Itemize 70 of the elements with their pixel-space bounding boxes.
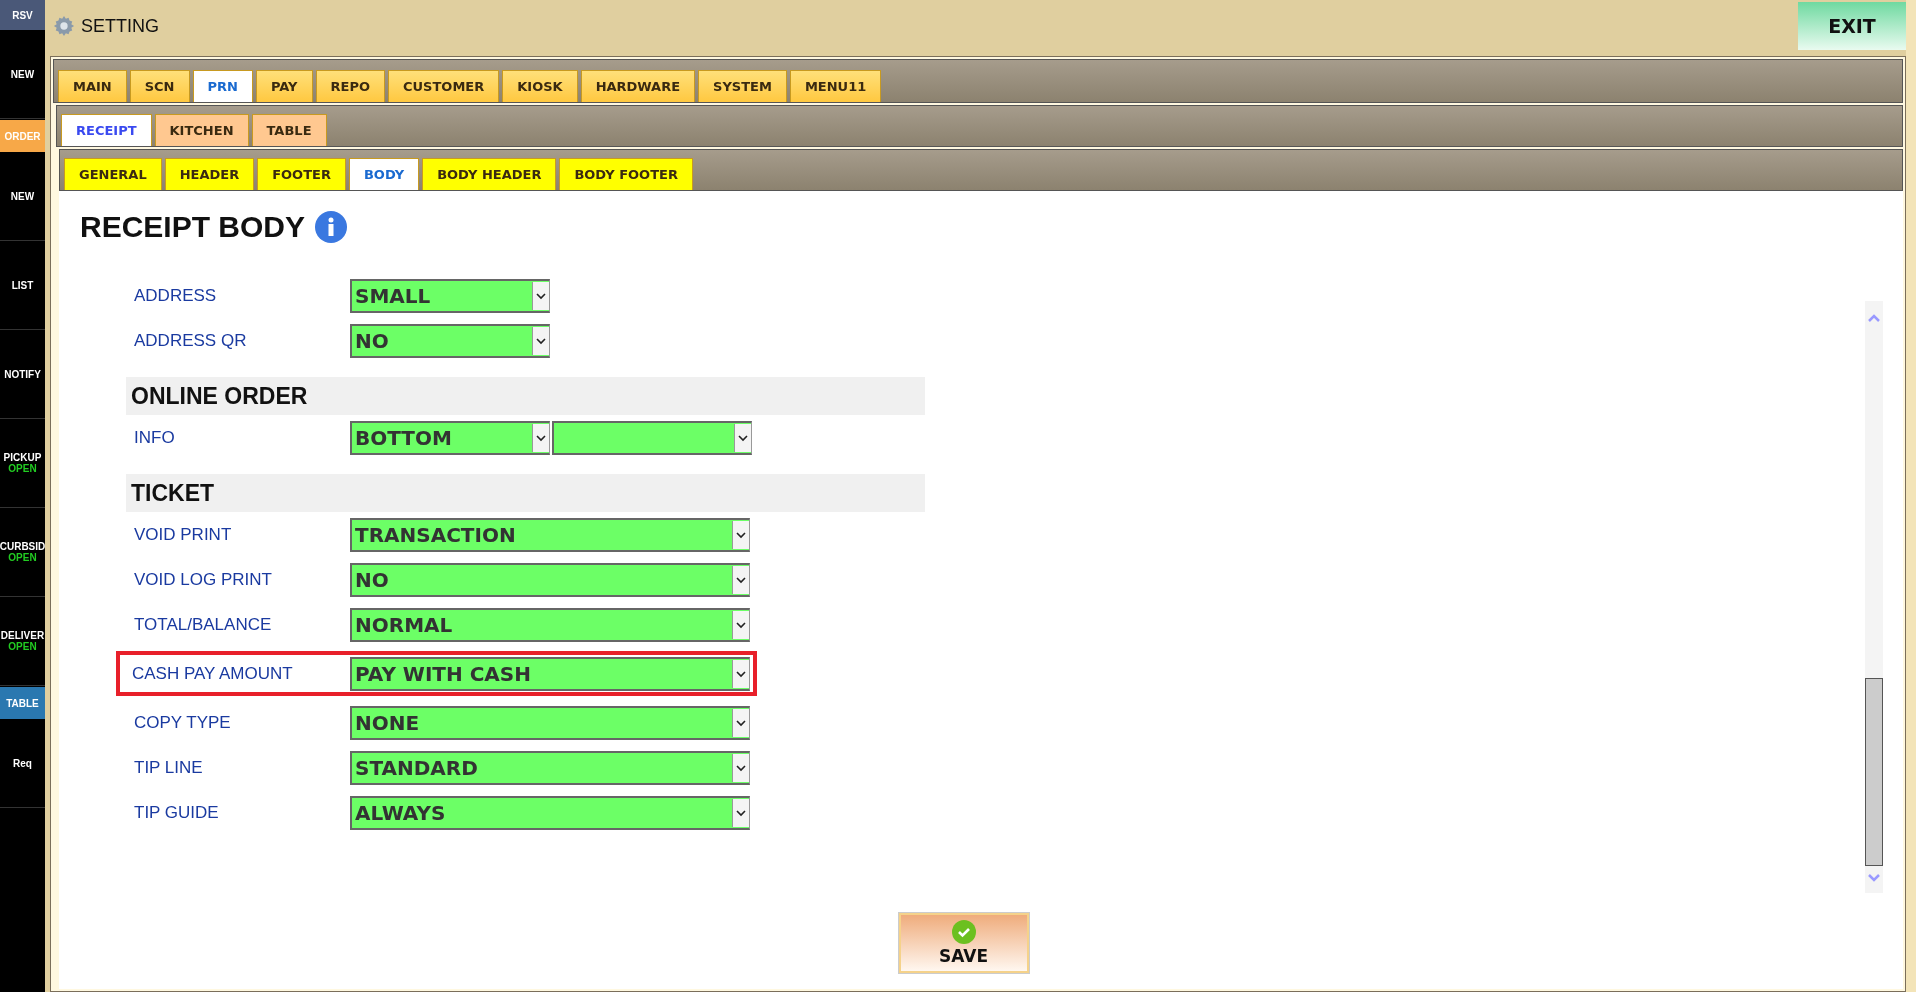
tab[interactable]: KIOSK — [502, 70, 578, 102]
caret-icon — [732, 659, 749, 688]
gear-icon — [53, 15, 75, 37]
dropdown[interactable] — [552, 420, 752, 455]
tab[interactable]: CUSTOMER — [388, 70, 500, 102]
tab[interactable]: HEADER — [164, 158, 255, 190]
dropdown[interactable]: STANDARD — [350, 750, 750, 785]
page-heading: RECEIPT BODY — [80, 210, 306, 244]
tab[interactable]: FOOTER — [257, 158, 346, 190]
section-header: ONLINE ORDER — [126, 377, 925, 415]
field-label: TOTAL/BALANCE — [133, 614, 273, 635]
tab[interactable]: MENU11 — [789, 70, 882, 102]
tab[interactable]: HARDWARE — [580, 70, 696, 102]
tab[interactable]: REPO — [315, 70, 385, 102]
save-button[interactable]: SAVE — [898, 913, 1029, 973]
tab[interactable]: TABLE — [251, 114, 327, 146]
field-label: ADDRESS QR — [133, 330, 248, 351]
dropdown[interactable]: NORMAL — [350, 607, 750, 642]
caret-icon — [532, 326, 549, 355]
info-icon[interactable] — [315, 211, 348, 243]
field-label: COPY TYPE — [133, 712, 232, 733]
sidebar-label: CURBSID — [0, 541, 45, 552]
sidebar-header[interactable]: RSV — [0, 0, 45, 30]
tab[interactable]: BODY HEADER — [422, 158, 557, 190]
dropdown[interactable]: SMALL — [350, 278, 550, 313]
caret-icon — [732, 708, 749, 737]
dropdown[interactable]: NO — [350, 323, 550, 358]
tab[interactable]: PRN — [192, 70, 253, 102]
tab[interactable]: PAY — [255, 70, 313, 102]
window-title: SETTING — [81, 15, 160, 37]
field-label: ADDRESS — [133, 285, 218, 306]
tab[interactable]: SCN — [129, 70, 190, 102]
dropdown[interactable]: PAY WITH CASH — [350, 656, 750, 691]
field-label: VOID LOG PRINT — [133, 569, 273, 590]
tab[interactable]: RECEIPT — [61, 114, 152, 146]
tab[interactable]: BODY FOOTER — [559, 158, 693, 190]
sidebar-label: DELIVER — [0, 630, 45, 641]
field-label: VOID PRINT — [133, 524, 233, 545]
status-text: OPEN — [8, 552, 37, 563]
scrollbar-thumb[interactable] — [1865, 678, 1883, 866]
caret-icon — [732, 520, 749, 549]
dropdown[interactable]: ALWAYS — [350, 795, 750, 830]
dropdown[interactable]: NONE — [350, 705, 750, 740]
field-label: TIP LINE — [133, 757, 204, 778]
check-icon — [951, 920, 976, 944]
field-label: INFO — [133, 427, 176, 448]
dropdown[interactable]: TRANSACTION — [350, 517, 750, 552]
caret-icon — [732, 610, 749, 639]
sidebar-header[interactable]: TABLE — [0, 687, 45, 719]
tab[interactable]: MAIN — [58, 70, 127, 102]
tab[interactable]: SYSTEM — [698, 70, 787, 102]
dropdown[interactable]: NO — [350, 562, 750, 597]
caret-icon — [732, 565, 749, 594]
field-label: TIP GUIDE — [133, 802, 220, 823]
exit-button[interactable]: EXIT — [1798, 2, 1906, 50]
dropdown[interactable]: BOTTOM — [350, 420, 550, 455]
caret-icon — [532, 281, 549, 310]
caret-icon — [532, 423, 549, 452]
scrollbar[interactable] — [1865, 301, 1883, 893]
section-header: TICKET — [126, 474, 925, 512]
status-text: OPEN — [8, 641, 37, 652]
status-text: OPEN — [8, 463, 37, 474]
sidebar-label: PICKUP — [3, 452, 42, 463]
caret-icon — [734, 423, 751, 452]
tab[interactable]: KITCHEN — [154, 114, 249, 146]
caret-icon — [732, 798, 749, 827]
field-label: CASH PAY AMOUNT — [131, 663, 294, 684]
tab[interactable]: BODY — [348, 158, 420, 190]
tab[interactable]: GENERAL — [64, 158, 162, 190]
caret-icon — [732, 753, 749, 782]
